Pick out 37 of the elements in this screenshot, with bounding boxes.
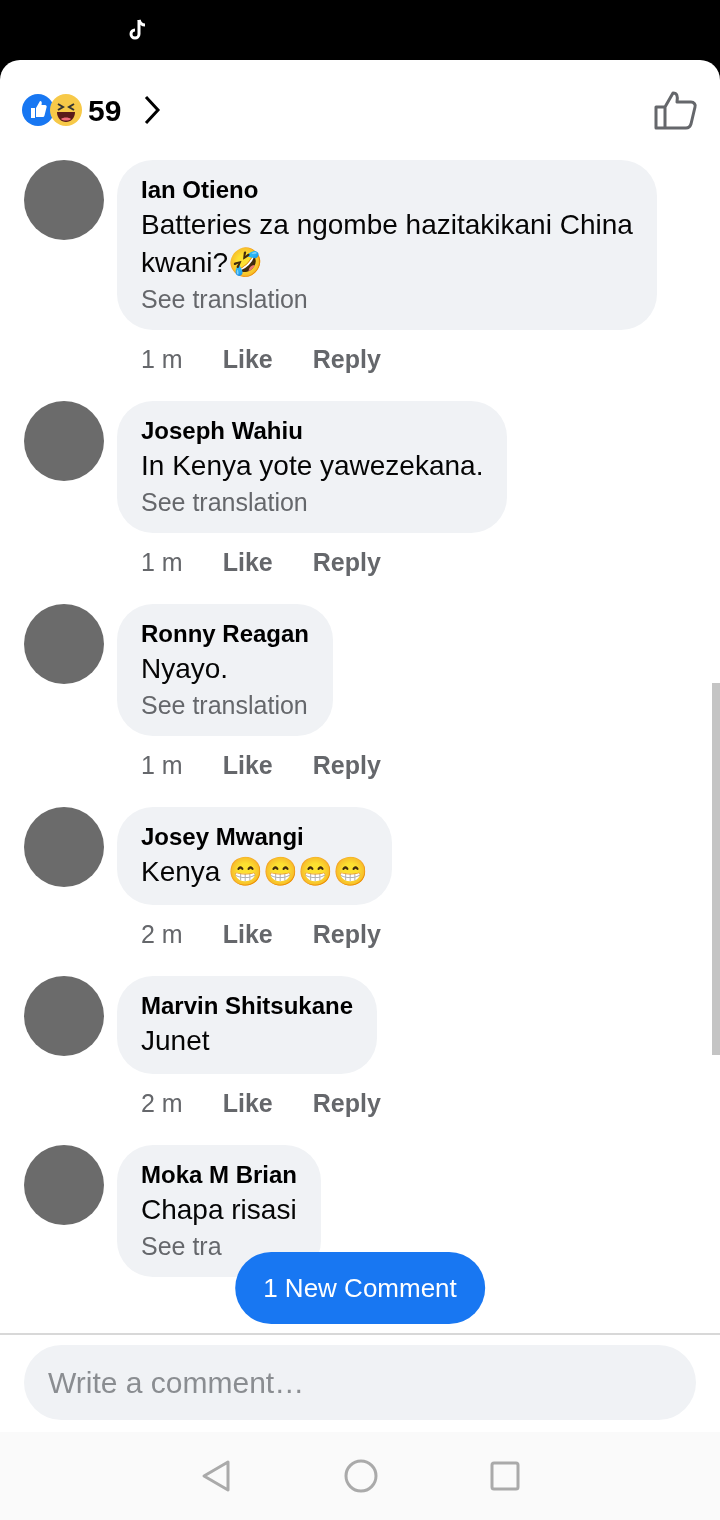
see-translation-link[interactable]: See translation <box>141 688 310 722</box>
laughing-face-icon <box>50 94 82 126</box>
comment-input-field[interactable]: Write a comment… <box>24 1345 696 1420</box>
commenter-name[interactable]: Moka M Brian <box>141 1159 298 1191</box>
comment-text: Junet <box>141 1024 211 1058</box>
see-translation-link[interactable]: See translation <box>141 282 633 316</box>
reply-link[interactable]: Reply <box>312 343 381 375</box>
like-link[interactable]: Like <box>222 918 273 950</box>
new-comment-button[interactable]: 1 New Comment <box>235 1252 485 1324</box>
comment-time: 2 m <box>141 1088 183 1119</box>
comment-text: Kenya 😁😁😁😁 <box>141 855 369 889</box>
like-link[interactable]: Like <box>222 1087 273 1119</box>
chevron-right-icon[interactable] <box>143 95 162 125</box>
see-translation-link[interactable]: See translation <box>141 485 484 519</box>
reply-link[interactable]: Reply <box>312 749 381 781</box>
comment-time: 1 m <box>141 750 183 781</box>
reply-link[interactable]: Reply <box>312 546 381 578</box>
comment-time: 1 m <box>141 344 183 375</box>
commenter-name[interactable]: Joseph Wahiu <box>141 415 484 447</box>
like-link[interactable]: Like <box>222 749 273 781</box>
commenter-name[interactable]: Ian Otieno <box>141 174 633 206</box>
comment-time: 2 m <box>141 919 183 950</box>
like-reaction-icon <box>22 94 54 126</box>
comment-text: Chapa risasi <box>141 1193 298 1227</box>
comment-text: In Kenya yote yawezekana. <box>141 449 484 483</box>
reply-link[interactable]: Reply <box>312 1087 381 1119</box>
comment-time: 1 m <box>141 547 183 578</box>
like-link[interactable]: Like <box>222 546 273 578</box>
commenter-name[interactable]: Josey Mwangi <box>141 821 369 853</box>
thumbs-up-icon[interactable] <box>654 90 698 130</box>
reply-link[interactable]: Reply <box>312 918 381 950</box>
commenter-name[interactable]: Ronny Reagan <box>141 618 310 650</box>
comment-text: Nyayo. <box>141 652 230 686</box>
like-link[interactable]: Like <box>222 343 273 375</box>
commenter-name[interactable]: Marvin Shitsukane <box>141 990 354 1022</box>
comment-text: Batteries za ngombe hazitakikani China kwani?🤣 <box>141 208 633 280</box>
reaction-count[interactable]: 59 <box>88 87 122 133</box>
